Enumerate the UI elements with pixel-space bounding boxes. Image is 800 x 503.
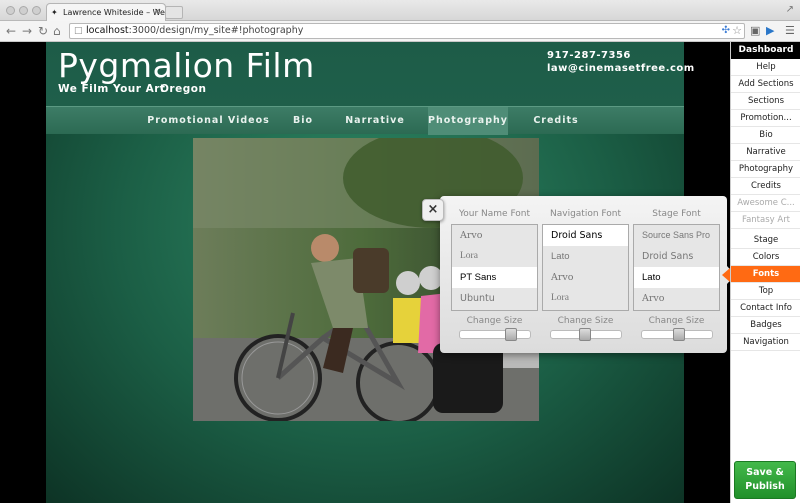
sidebar-item-sections[interactable]: Sections [731,93,800,110]
active-item-pointer [722,268,730,282]
stage-size-slider[interactable] [641,328,713,341]
sidebar-item-navigation[interactable]: Navigation [731,334,800,351]
sidebar-item-credits[interactable]: Credits [731,178,800,195]
sidebar-item-photography[interactable]: Photography [731,161,800,178]
extension-icon[interactable]: ▣ [750,24,760,37]
sidebar-item-colors[interactable]: Colors [731,249,800,266]
sidebar-item-stage[interactable]: Stage [731,232,800,249]
close-window-button[interactable] [6,6,15,15]
sidebar-item-top[interactable]: Top [731,283,800,300]
site-title[interactable]: Pygmalion Film [58,46,315,85]
home-icon[interactable]: ⌂ [53,24,61,38]
browser-toolbar: ← → ↻ ⌂ □ localhost:3000/design/my_site#… [0,21,800,42]
font-option[interactable]: Lato [543,246,628,267]
tab-title: Lawrence Whiteside – We F [63,8,166,17]
slider-thumb[interactable] [673,328,685,341]
font-option-selected[interactable]: Droid Sans [543,225,628,246]
bookmark-star-icon[interactable]: ☆ [732,24,742,37]
font-option[interactable]: Arvo [543,267,628,288]
sidebar-item-bio[interactable]: Bio [731,127,800,144]
sidebar-item-narrative[interactable]: Narrative [731,144,800,161]
menu-icon[interactable]: ☰ [785,24,795,37]
close-panel-button[interactable]: × [422,199,444,221]
stage-font-heading: Stage Font [652,209,701,219]
site-location[interactable]: Oregon [160,83,206,95]
page-icon: □ [74,26,83,36]
site-tagline[interactable]: We Film Your Art [58,83,165,95]
font-option-selected[interactable]: PT Sans [452,267,537,288]
site-navigation: Promotional Videos Bio Narrative Photogr… [46,106,684,135]
contact-email[interactable]: law@cinemasetfree.com [547,63,695,74]
url-path: :3000/design/my_site#!photography [128,25,304,36]
stage-font-list: Source Sans Pro Droid Sans Lato Arvo [633,224,720,311]
nav-photography[interactable]: Photography [428,107,508,135]
font-option[interactable]: Ubuntu [452,288,537,309]
change-size-label: Change Size [466,316,523,326]
nav-bio[interactable]: Bio [281,107,325,135]
zoom-window-button[interactable] [32,6,41,15]
sidebar-item-contact-info[interactable]: Contact Info [731,300,800,317]
cast-icon[interactable]: ▶ [766,24,774,37]
browser-tab[interactable]: ✦ Lawrence Whiteside – We F × [46,3,166,22]
font-option[interactable]: Lora [543,288,628,309]
address-bar[interactable]: □ localhost:3000/design/my_site#!photogr… [69,23,745,39]
navigation-font-heading: Navigation Font [550,209,621,219]
close-tab-icon[interactable]: × [153,7,161,17]
font-option[interactable]: Arvo [634,288,719,309]
slider-thumb[interactable] [505,328,517,341]
font-option[interactable]: Arvo [452,225,537,246]
name-size-slider[interactable] [459,328,531,341]
font-option[interactable]: Source Sans Pro [634,225,719,246]
font-option[interactable]: Lora [452,246,537,267]
nav-narrative[interactable]: Narrative [336,107,414,135]
slider-thumb[interactable] [579,328,591,341]
dashboard-link[interactable]: Dashboard [731,42,800,59]
minimize-window-button[interactable] [19,6,28,15]
sidebar-item-promotion[interactable]: Promotion... [731,110,800,127]
change-size-label: Change Size [648,316,705,326]
save-publish-button[interactable]: Save & Publish [734,461,796,499]
new-tab-button[interactable] [165,6,183,19]
sidebar-item-help[interactable]: Help [731,59,800,76]
navigation-size-slider[interactable] [550,328,622,341]
url-host: localhost [86,25,129,36]
sidebar-item-fonts[interactable]: Fonts [731,266,800,283]
favicon-icon: ✦ [51,8,58,17]
back-icon[interactable]: ← [6,24,16,38]
navigation-font-list: Droid Sans Lato Arvo Lora [542,224,629,311]
nav-promotional-videos[interactable]: Promotional Videos [146,107,271,135]
sidebar-item-awesome[interactable]: Awesome C... [731,195,800,212]
translate-icon[interactable]: ✣ [722,25,730,36]
your-name-font-list: Arvo Lora PT Sans Ubuntu [451,224,538,311]
your-name-font-heading: Your Name Font [458,209,531,219]
browser-tab-bar: ✦ Lawrence Whiteside – We F × ↗ [0,0,800,22]
change-size-label: Change Size [557,316,614,326]
editor-sidebar: Dashboard Help Add Sections Sections Pro… [730,42,800,503]
fullscreen-icon[interactable]: ↗ [786,4,794,15]
sidebar-item-add-sections[interactable]: Add Sections [731,76,800,93]
sidebar-item-fantasy-art[interactable]: Fantasy Art [731,212,800,229]
nav-credits[interactable]: Credits [524,107,588,135]
contact-phone[interactable]: 917-287-7356 [547,50,631,61]
sidebar-item-badges[interactable]: Badges [731,317,800,334]
forward-icon[interactable]: → [22,24,32,38]
reload-icon[interactable]: ↻ [38,24,48,38]
font-option-selected[interactable]: Lato [634,267,719,288]
font-option[interactable]: Droid Sans [634,246,719,267]
